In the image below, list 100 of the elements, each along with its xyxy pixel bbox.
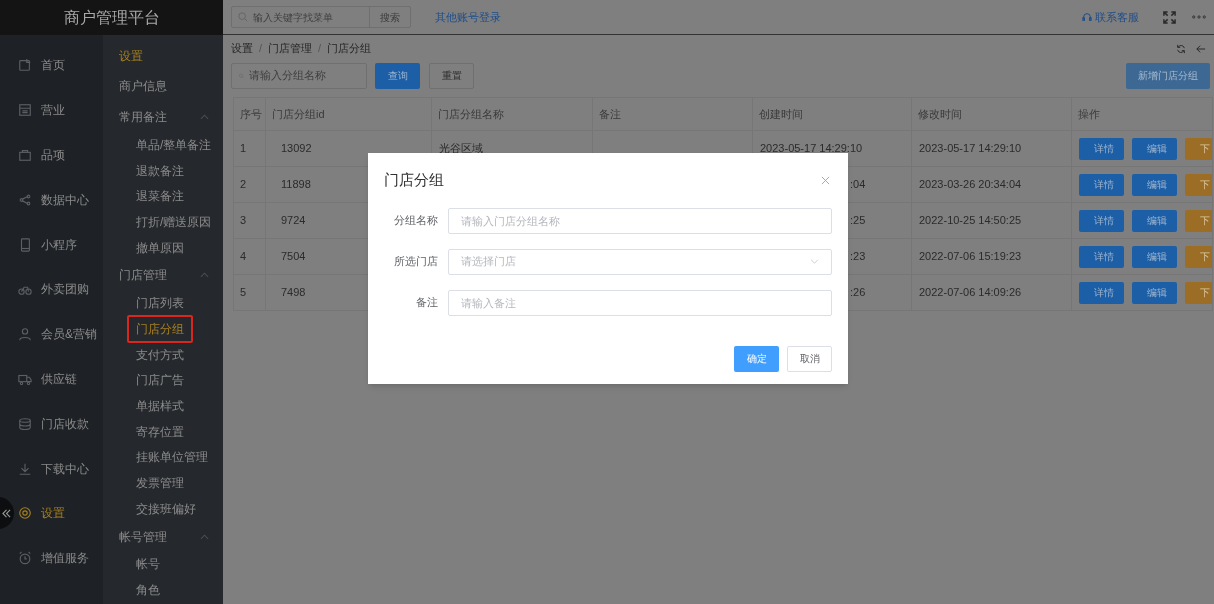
nav-item[interactable]: 增值服务 (16, 535, 103, 581)
column-header: 门店分组id (265, 97, 432, 131)
nav-item[interactable]: 会员&营销 (16, 311, 103, 357)
search-icon (238, 12, 248, 22)
table-cell: 5 (233, 274, 266, 311)
submenu-group[interactable]: 帐号管理 (103, 521, 223, 552)
column-header: 修改时间 (911, 97, 1072, 131)
edit-button[interactable]: 编辑 (1132, 137, 1177, 160)
column-header: 操作 (1071, 97, 1213, 131)
edit-button[interactable]: 编辑 (1132, 209, 1177, 232)
nav-item[interactable]: 品项 (16, 132, 103, 178)
table-cell: 4 (233, 238, 266, 275)
nav-item[interactable]: 设置 (16, 490, 103, 536)
edit-button[interactable]: 编辑 (1132, 281, 1177, 304)
more-icon[interactable] (1192, 15, 1206, 19)
edit-button[interactable]: 编辑 (1132, 245, 1177, 268)
table-cell: 2022-10-25 14:50:25 (911, 202, 1072, 239)
column-header: 创建时间 (752, 97, 912, 131)
breadcrumb-separator: / (318, 41, 322, 57)
submenu-item[interactable]: 帐号 (127, 550, 169, 579)
table-cell: 2023-05-17 14:29:10 (911, 130, 1072, 167)
share-icon (18, 192, 32, 207)
input-field[interactable]: 请输入备注 (448, 289, 832, 316)
double-chevron-left-icon (2, 508, 11, 518)
input-field[interactable]: 请输入门店分组名称 (448, 207, 832, 234)
submenu-group[interactable]: 门店管理 (103, 260, 223, 291)
add-store-group-button[interactable]: 新增门店分组 (1126, 62, 1210, 89)
caret-icon (200, 114, 209, 120)
caret-icon (200, 272, 209, 279)
submenu-item[interactable]: 退款备注 (127, 156, 193, 185)
brand-title: 商户管理平台 (63, 7, 160, 28)
table-cell-text: 2023-05-17 14:29:10 (760, 142, 863, 155)
select-placeholder: 请选择门店 (461, 253, 516, 269)
refresh-icon[interactable] (1176, 43, 1186, 54)
nav-item[interactable]: 下载中心 (16, 446, 103, 491)
chevron-down-icon (810, 259, 819, 264)
column-header: 门店分组名称 (431, 97, 593, 131)
submenu-item[interactable]: 撤单原因 (127, 233, 193, 262)
table-cell-text: :04 (850, 178, 866, 191)
table-cell: 2 (233, 166, 266, 203)
table-cell: 1 (233, 130, 266, 167)
submenu-title: 设置 (119, 48, 143, 65)
submenu-item[interactable]: 挂账单位管理 (127, 443, 217, 472)
table-cell: 2022-07-06 14:09:26 (911, 274, 1072, 311)
download-button[interactable]: 下 (1185, 173, 1212, 196)
phone-icon (18, 237, 32, 252)
details-button[interactable]: 详情 (1079, 173, 1124, 196)
nav-item[interactable]: 营业 (16, 87, 103, 133)
breadcrumb-item[interactable]: 门店管理 (268, 40, 313, 57)
download-button[interactable]: 下 (1185, 245, 1212, 268)
collapse-button[interactable] (0, 497, 14, 529)
table-cell-text: :23 (850, 250, 866, 263)
page-icon (18, 58, 32, 73)
breadcrumb-item[interactable]: 设置 (231, 40, 253, 57)
table-cell-text: :26 (850, 286, 866, 299)
confirm-button[interactable]: 确定 (734, 345, 779, 372)
nav-item[interactable]: 外卖团购 (16, 267, 103, 312)
reset-button[interactable]: 重置 (429, 62, 474, 89)
download-button[interactable]: 下 (1185, 209, 1212, 232)
details-button[interactable]: 详情 (1079, 137, 1124, 160)
user-icon (18, 327, 32, 342)
submenu-group-label: 门店管理 (119, 267, 167, 285)
back-arrow-icon[interactable] (1196, 43, 1206, 54)
settings-icon (18, 506, 32, 521)
submenu-item[interactable]: 角色 (127, 576, 169, 604)
submenu-item[interactable]: 商户信息 (119, 76, 167, 95)
details-button[interactable]: 详情 (1079, 281, 1124, 304)
close-icon[interactable] (821, 175, 830, 185)
details-button[interactable]: 详情 (1079, 245, 1124, 268)
submenu-item[interactable]: 单品/整单备注 (127, 130, 221, 159)
nav-item[interactable]: 首页 (16, 43, 103, 88)
nav-item[interactable]: 小程序 (16, 222, 103, 267)
submenu-item[interactable]: 门店分组 (127, 314, 193, 343)
table-cell-text: 光谷区域 (439, 142, 483, 155)
fullscreen-icon[interactable] (1163, 10, 1176, 24)
bag-icon (18, 148, 32, 162)
download-icon (18, 461, 32, 476)
headset-icon (1082, 12, 1092, 22)
breadcrumb-item[interactable]: 门店分组 (327, 40, 372, 57)
submenu-group-label: 常用备注 (119, 109, 167, 126)
edit-button[interactable]: 编辑 (1132, 173, 1177, 196)
details-button[interactable]: 详情 (1079, 209, 1124, 232)
nav-item[interactable]: 门店收款 (16, 401, 103, 447)
nav-item[interactable]: 供应链 (16, 356, 103, 402)
download-button[interactable]: 下 (1185, 137, 1212, 160)
cancel-button[interactable]: 取消 (787, 345, 832, 372)
submenu-group-label: 帐号管理 (119, 528, 167, 546)
database-icon (18, 416, 32, 431)
caret-icon (200, 533, 209, 540)
submenu-group[interactable]: 常用备注 (103, 102, 223, 132)
table-cell: 2022-07-06 15:19:23 (911, 238, 1072, 275)
table-cell-text: :25 (850, 214, 866, 227)
query-button[interactable]: 查询 (375, 62, 420, 89)
download-button[interactable]: 下 (1185, 281, 1212, 304)
submenu-item[interactable]: 支付方式 (127, 340, 193, 369)
nav-item[interactable]: 数据中心 (16, 177, 103, 223)
search-button[interactable]: 搜索 (370, 7, 410, 27)
table-cell: 3 (233, 202, 266, 239)
table-cell: 2023-03-26 20:34:04 (911, 166, 1072, 203)
submenu-item[interactable]: 门店广告 (127, 366, 193, 395)
